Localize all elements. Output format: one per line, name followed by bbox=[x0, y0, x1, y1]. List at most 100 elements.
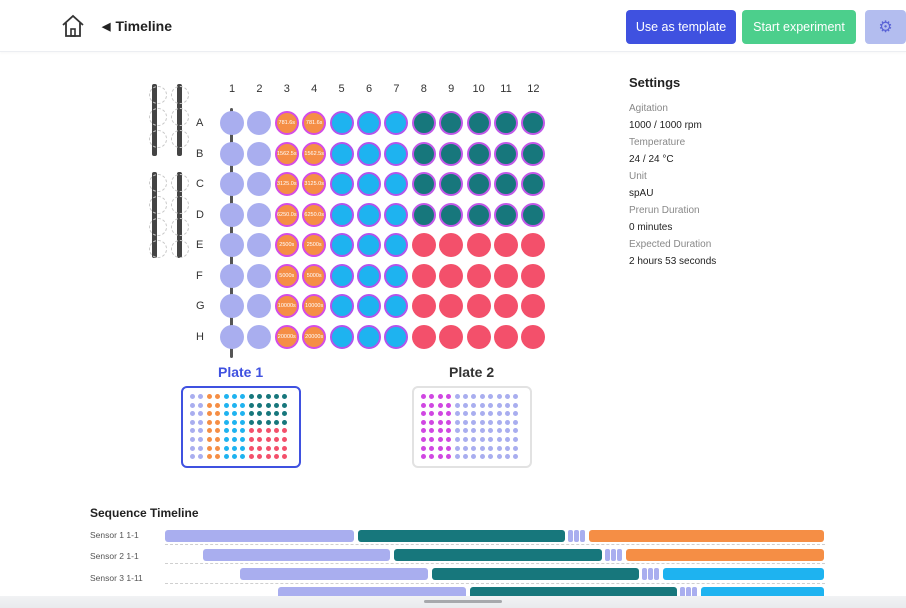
well-E11[interactable] bbox=[494, 233, 518, 257]
well-F3[interactable]: 5000s bbox=[274, 263, 299, 288]
well-D3[interactable]: 6250.0s bbox=[274, 202, 299, 227]
column-label[interactable]: 10 bbox=[469, 83, 489, 95]
well-E7[interactable] bbox=[384, 233, 409, 257]
well-G6[interactable] bbox=[357, 294, 381, 318]
well-C8[interactable] bbox=[411, 172, 436, 196]
well-B6[interactable] bbox=[357, 141, 381, 166]
well-A3[interactable]: 781.6s bbox=[274, 111, 299, 135]
well-D12[interactable] bbox=[521, 202, 546, 227]
column-label[interactable]: 3 bbox=[277, 83, 297, 95]
well-G11[interactable] bbox=[494, 294, 518, 318]
well-C9[interactable] bbox=[439, 172, 464, 196]
timeline-step-short[interactable] bbox=[568, 530, 573, 542]
well-F5[interactable] bbox=[329, 263, 354, 288]
well-A10[interactable] bbox=[466, 111, 491, 135]
well-G12[interactable] bbox=[521, 294, 546, 318]
well-H6[interactable] bbox=[357, 324, 381, 349]
well-A9[interactable] bbox=[439, 111, 464, 135]
timeline-step-dissociation[interactable] bbox=[663, 568, 824, 580]
well-E8[interactable] bbox=[411, 233, 436, 257]
well-A5[interactable] bbox=[329, 111, 354, 135]
well-G7[interactable] bbox=[384, 294, 409, 318]
timeline-step-short[interactable] bbox=[654, 568, 659, 580]
well-D11[interactable] bbox=[494, 202, 518, 227]
well-A7[interactable] bbox=[384, 111, 409, 135]
back-to-timeline-link[interactable]: ◀ Timeline bbox=[102, 18, 172, 34]
timeline-step-association[interactable] bbox=[432, 568, 639, 580]
well-A12[interactable] bbox=[521, 111, 546, 135]
well-B5[interactable] bbox=[329, 141, 354, 166]
column-label[interactable]: 4 bbox=[304, 83, 324, 95]
row-label[interactable]: G bbox=[196, 300, 205, 312]
timeline-step-short[interactable] bbox=[648, 568, 653, 580]
timeline-step-dissociation[interactable] bbox=[589, 530, 824, 542]
well-G2[interactable] bbox=[247, 294, 272, 318]
well-F10[interactable] bbox=[466, 263, 491, 288]
well-B1[interactable] bbox=[220, 141, 244, 166]
well-G5[interactable] bbox=[329, 294, 354, 318]
well-F8[interactable] bbox=[411, 263, 436, 288]
well-D4[interactable]: 6250.0s bbox=[302, 202, 327, 227]
well-A11[interactable] bbox=[494, 111, 518, 135]
well-C5[interactable] bbox=[329, 172, 354, 196]
timeline-step-baseline[interactable] bbox=[240, 568, 428, 580]
timeline-step-short[interactable] bbox=[605, 549, 610, 561]
well-D6[interactable] bbox=[357, 202, 381, 227]
well-A8[interactable] bbox=[411, 111, 436, 135]
timeline-step-short[interactable] bbox=[642, 568, 647, 580]
well-A4[interactable]: 781.6s bbox=[302, 111, 327, 135]
well-B10[interactable] bbox=[466, 141, 491, 166]
well-H10[interactable] bbox=[466, 324, 491, 349]
well-C3[interactable]: 3125.0s bbox=[274, 172, 299, 196]
timeline-step-short[interactable] bbox=[611, 549, 616, 561]
column-label[interactable]: 9 bbox=[441, 83, 461, 95]
timeline-step-short[interactable] bbox=[574, 530, 579, 542]
row-label[interactable]: B bbox=[196, 148, 203, 160]
well-F6[interactable] bbox=[357, 263, 381, 288]
well-H4[interactable]: 20000s bbox=[302, 324, 327, 349]
well-D8[interactable] bbox=[411, 202, 436, 227]
well-D1[interactable] bbox=[220, 202, 244, 227]
timeline-step-baseline[interactable] bbox=[165, 530, 354, 542]
well-H9[interactable] bbox=[439, 324, 464, 349]
plate-2-title[interactable]: Plate 2 bbox=[449, 364, 494, 380]
column-label[interactable]: 8 bbox=[414, 83, 434, 95]
row-label[interactable]: F bbox=[196, 270, 203, 282]
well-C11[interactable] bbox=[494, 172, 518, 196]
timeline-step-short[interactable] bbox=[617, 549, 622, 561]
row-label[interactable]: D bbox=[196, 209, 204, 221]
well-F4[interactable]: 5000s bbox=[302, 263, 327, 288]
column-label[interactable]: 1 bbox=[222, 83, 242, 95]
well-C12[interactable] bbox=[521, 172, 546, 196]
well-C6[interactable] bbox=[357, 172, 381, 196]
well-D5[interactable] bbox=[329, 202, 354, 227]
well-C7[interactable] bbox=[384, 172, 409, 196]
column-label[interactable]: 2 bbox=[249, 83, 269, 95]
row-label[interactable]: A bbox=[196, 117, 203, 129]
timeline-step-short[interactable] bbox=[580, 530, 585, 542]
well-G1[interactable] bbox=[220, 294, 244, 318]
well-F9[interactable] bbox=[439, 263, 464, 288]
well-B4[interactable]: 1562.5s bbox=[302, 141, 327, 166]
well-H2[interactable] bbox=[247, 324, 272, 349]
well-G9[interactable] bbox=[439, 294, 464, 318]
row-label[interactable]: H bbox=[196, 331, 204, 343]
well-E1[interactable] bbox=[220, 233, 244, 257]
column-label[interactable]: 11 bbox=[496, 83, 516, 95]
plate-2-thumbnail[interactable] bbox=[412, 386, 532, 468]
well-B2[interactable] bbox=[247, 141, 272, 166]
column-label[interactable]: 5 bbox=[332, 83, 352, 95]
well-C10[interactable] bbox=[466, 172, 491, 196]
timeline-step-association[interactable] bbox=[358, 530, 565, 542]
well-G10[interactable] bbox=[466, 294, 491, 318]
well-D2[interactable] bbox=[247, 202, 272, 227]
column-label[interactable]: 6 bbox=[359, 83, 379, 95]
row-label[interactable]: C bbox=[196, 178, 204, 190]
timeline-step-dissociation[interactable] bbox=[626, 549, 824, 561]
well-E2[interactable] bbox=[247, 233, 272, 257]
well-B8[interactable] bbox=[411, 141, 436, 166]
well-H3[interactable]: 20000s bbox=[274, 324, 299, 349]
well-C4[interactable]: 3125.0s bbox=[302, 172, 327, 196]
well-B11[interactable] bbox=[494, 141, 518, 166]
well-B7[interactable] bbox=[384, 141, 409, 166]
